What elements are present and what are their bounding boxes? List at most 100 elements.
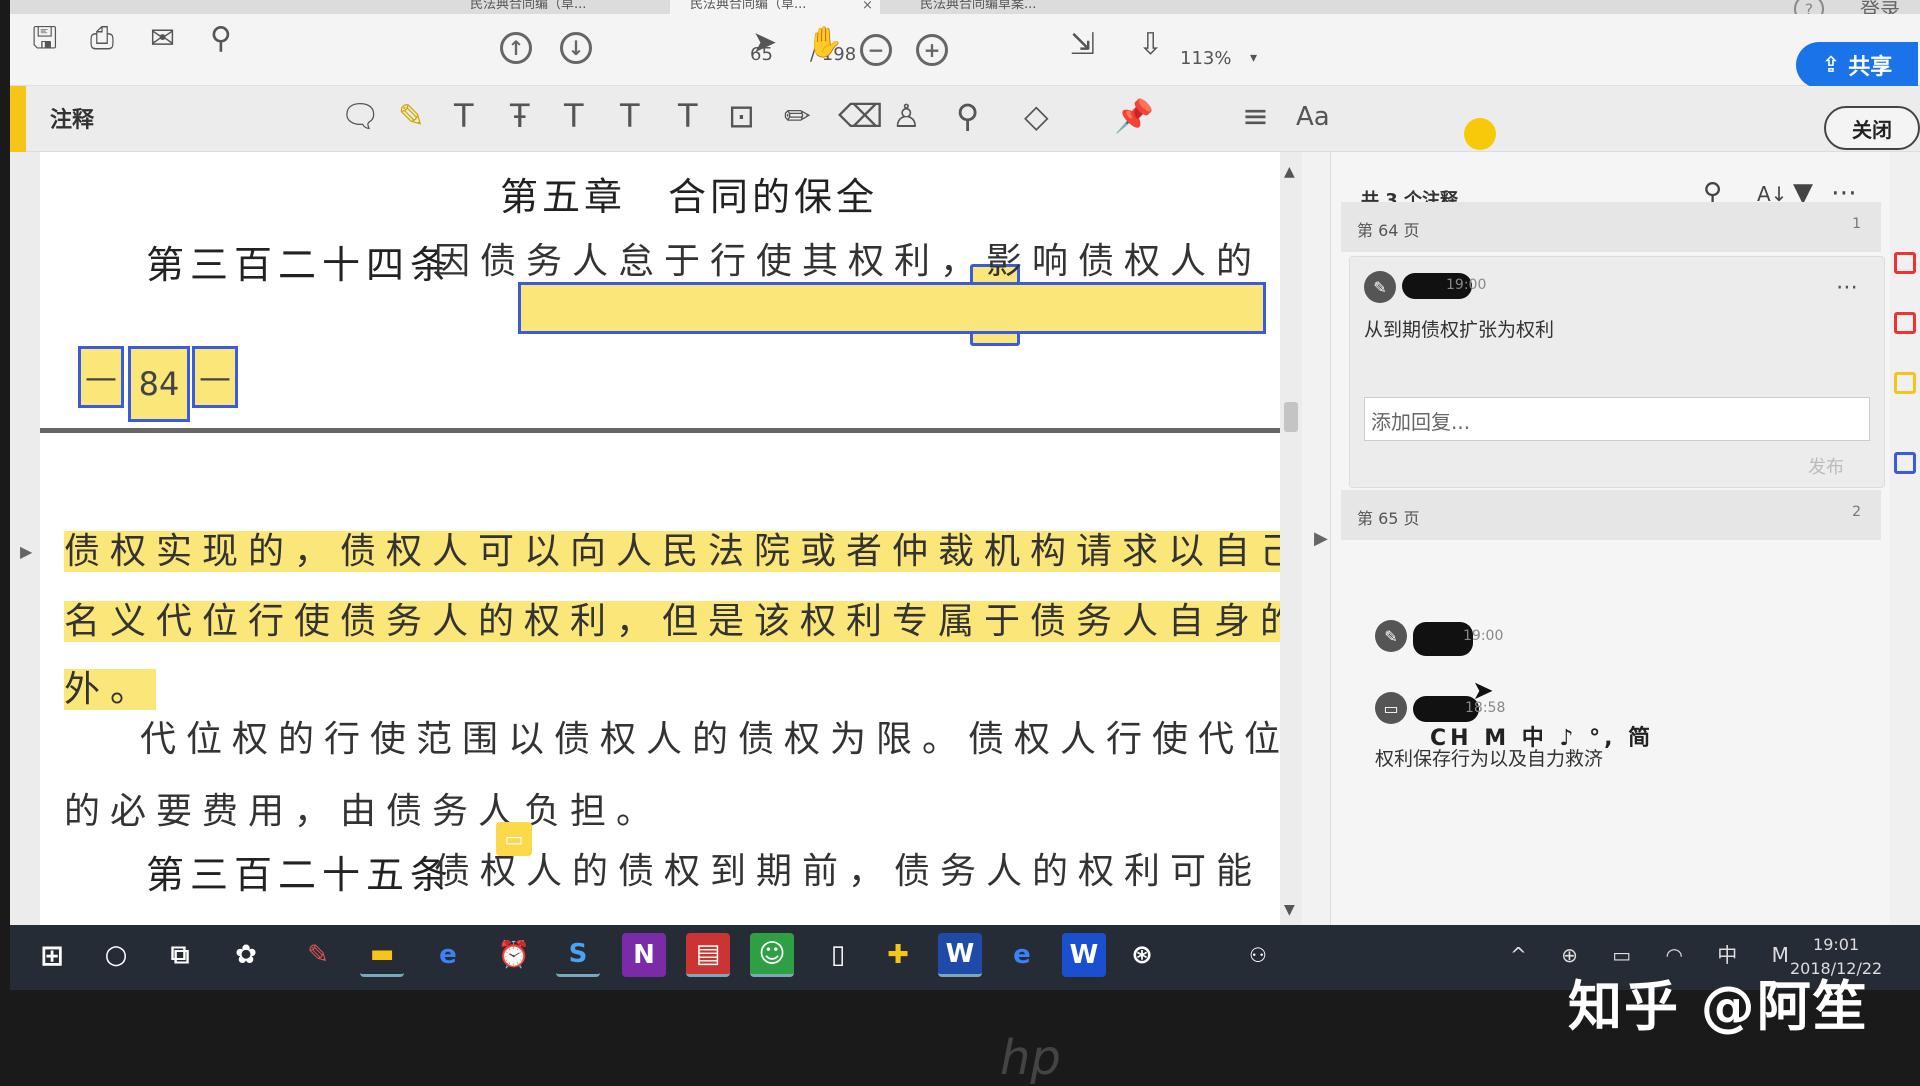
page-64-count: 1 bbox=[1852, 216, 1861, 232]
highlighted-line-1[interactable]: 债权实现的，债权人可以向人民法院或者仲裁机构请求以自己的 bbox=[64, 531, 1280, 572]
scroll-mode-icon[interactable]: ⇩ bbox=[1138, 30, 1163, 60]
expand-arrow-icon[interactable]: ▶ bbox=[20, 542, 32, 561]
share-button[interactable]: ⇪ 共享 bbox=[1796, 42, 1918, 88]
task-view-icon[interactable]: ⧉ bbox=[158, 933, 202, 977]
highlight-icon[interactable]: ✎ bbox=[398, 100, 425, 132]
pencil-icon[interactable]: ✏ bbox=[784, 100, 811, 132]
more-icon[interactable]: ⋯ bbox=[1836, 275, 1858, 300]
attach-icon[interactable]: ⚲ bbox=[956, 100, 979, 132]
zoom-in-icon[interactable]: + bbox=[916, 34, 948, 66]
zoom-level[interactable]: 113% bbox=[1180, 48, 1231, 69]
sticky-note-icon[interactable]: 🗨 bbox=[340, 100, 381, 132]
app-w-icon[interactable]: W bbox=[1062, 933, 1106, 977]
eraser-icon[interactable]: ⌫ bbox=[838, 100, 883, 132]
mouse-cursor-icon: ➤ bbox=[1472, 676, 1494, 706]
article-325-text: 债权人的债权到期前，债务人的权利可能 bbox=[434, 851, 1263, 892]
comment-time: 19:00 bbox=[1463, 628, 1504, 644]
pencil-avatar-icon: ✎ bbox=[1375, 620, 1407, 652]
comment-avatar-icon: ▭ bbox=[1375, 692, 1407, 724]
tab-2[interactable]: 民法典合同编（草... bbox=[670, 0, 880, 14]
article-325-heading: 第三百二十五条 bbox=[146, 853, 455, 897]
page-65-label: 第 65 页 bbox=[1357, 509, 1420, 528]
insert-text-icon[interactable]: T bbox=[620, 100, 640, 132]
app-circle-icon[interactable]: ⊛ bbox=[1120, 933, 1164, 977]
pin-icon[interactable]: 📌 bbox=[1114, 100, 1154, 132]
comment-card-64[interactable]: ✎ 19:00 ⋯ 从到期债权扩张为权利 添加回复... 发布 bbox=[1349, 256, 1885, 488]
scroll-up-icon[interactable]: ▲ bbox=[1284, 164, 1295, 180]
font-settings[interactable]: Aa bbox=[1296, 104, 1330, 130]
page-65-count: 2 bbox=[1852, 504, 1861, 520]
comment-time: 19:00 bbox=[1446, 277, 1487, 293]
share-icon: ⇪ bbox=[1821, 52, 1841, 78]
people-icon[interactable]: ⚇ bbox=[1236, 933, 1280, 977]
app-pinwheel-icon[interactable]: ✿ bbox=[224, 933, 268, 977]
pointer-icon[interactable]: ➤ bbox=[752, 28, 777, 58]
search-icon[interactable]: ⚲ bbox=[210, 24, 232, 54]
tab-1[interactable]: 民法典合同编（草... bbox=[450, 0, 670, 14]
panel-toggle-icon[interactable]: ▶ bbox=[1314, 528, 1328, 549]
pencil-avatar-icon: ✎ bbox=[1364, 271, 1396, 303]
selected-highlight[interactable] bbox=[518, 282, 1266, 334]
scroll-down-icon[interactable]: ▼ bbox=[1284, 902, 1295, 918]
fit-page-icon[interactable]: ⇲ bbox=[1070, 30, 1095, 60]
page-65-header[interactable]: 第 65 页 2 bbox=[1341, 490, 1881, 540]
wechat-icon[interactable]: ☺ bbox=[750, 933, 794, 977]
document-scrollbar[interactable]: ▲ ▼ bbox=[1280, 152, 1302, 927]
tab-strip: 民法典合同编（草... 民法典合同编（草... × 民法典合同编草案... ? … bbox=[10, 0, 1920, 24]
page-marker-right: — bbox=[192, 346, 238, 408]
zoom-out-icon[interactable]: − bbox=[860, 34, 892, 66]
email-icon[interactable]: ✉ bbox=[150, 24, 175, 54]
page-divider bbox=[40, 428, 1280, 433]
stamp-icon[interactable]: ♙ bbox=[892, 100, 921, 132]
article-324-heading: 第三百二十四条 bbox=[146, 243, 455, 287]
app-s-icon[interactable]: S bbox=[556, 933, 600, 977]
comment-text: 从到期债权扩张为权利 bbox=[1364, 319, 1555, 341]
tool-icon[interactable] bbox=[1894, 312, 1916, 334]
hand-icon[interactable]: ✋ bbox=[806, 28, 843, 58]
edge-browser-icon[interactable]: e bbox=[426, 933, 470, 977]
add-text-icon[interactable]: T bbox=[678, 100, 698, 132]
page-64-label: 第 64 页 bbox=[1357, 221, 1420, 240]
tool-icon[interactable] bbox=[1894, 252, 1916, 274]
highlighted-line-3[interactable]: 外。 bbox=[64, 669, 157, 710]
page-marker-number: 84 bbox=[128, 346, 190, 422]
input-method-bar[interactable]: CH M 中 ♪ °, 简 bbox=[1430, 720, 1654, 752]
reply-input[interactable]: 添加回复... bbox=[1364, 397, 1870, 441]
tool-icon[interactable] bbox=[1894, 452, 1916, 474]
scroll-thumb[interactable] bbox=[1284, 402, 1298, 432]
share-label: 共享 bbox=[1848, 55, 1893, 80]
body-line-4: 代位权的行使范围以债权人的债权为限。债权人行使代位权 bbox=[140, 719, 1280, 760]
word-icon[interactable]: W bbox=[938, 933, 982, 977]
strikethrough-icon[interactable]: Ŧ bbox=[510, 100, 530, 132]
document-icon[interactable]: ▯ bbox=[816, 933, 860, 977]
replace-text-icon[interactable]: T bbox=[564, 100, 584, 132]
tool-icon[interactable] bbox=[1894, 372, 1916, 394]
highlighted-line-2[interactable]: 名义代位行使债务人的权利，但是该权利专属于债务人自身的除 bbox=[64, 601, 1280, 642]
print-icon[interactable]: ⎙ bbox=[90, 24, 114, 54]
line-weight-icon[interactable]: ≡ bbox=[1242, 100, 1269, 132]
color-picker[interactable] bbox=[1464, 118, 1496, 150]
chevron-down-icon[interactable]: ▾ bbox=[1250, 50, 1257, 66]
windows-start-icon[interactable]: ⊞ bbox=[30, 933, 74, 977]
underline-text-icon[interactable]: T bbox=[454, 100, 474, 132]
close-icon[interactable]: × bbox=[862, 0, 873, 13]
previous-page-icon[interactable]: ↑ bbox=[500, 32, 532, 64]
document-page: 第五章 合同的保全 第三百二十四条 因债务人怠于行使其权利，影响债权人的 — 8… bbox=[40, 152, 1280, 927]
text-box-icon[interactable]: ⊡ bbox=[728, 100, 755, 132]
alarm-clock-icon[interactable]: ⏰ bbox=[492, 933, 536, 977]
publish-button[interactable]: 发布 bbox=[1808, 453, 1844, 479]
cortana-icon[interactable]: ○ bbox=[94, 933, 138, 977]
app-red-icon[interactable]: ▤ bbox=[686, 933, 730, 977]
clock-time: 19:01 bbox=[1813, 935, 1860, 954]
save-icon[interactable]: 🖫 bbox=[32, 24, 58, 54]
tab-3[interactable]: 民法典合同编草案... bbox=[900, 0, 1140, 14]
onenote-icon[interactable]: N bbox=[622, 933, 666, 977]
close-button[interactable]: 关闭 bbox=[1824, 106, 1920, 150]
page-64-header[interactable]: 第 64 页 1 bbox=[1341, 202, 1881, 252]
ie-browser-icon[interactable]: e bbox=[1000, 933, 1044, 977]
app-tiles-icon[interactable]: ✚ bbox=[876, 933, 920, 977]
shapes-icon[interactable]: ◇ bbox=[1024, 100, 1049, 132]
app-paint-icon[interactable]: ✎ bbox=[296, 933, 340, 977]
file-explorer-icon[interactable]: ▬ bbox=[360, 933, 404, 977]
next-page-icon[interactable]: ↓ bbox=[560, 32, 592, 64]
